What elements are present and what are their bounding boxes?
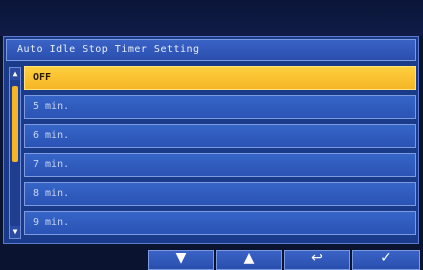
scroll-up-icon[interactable]: ▲ xyxy=(10,68,20,80)
option-6-min[interactable]: 6 min. xyxy=(24,124,416,148)
down-arrow-icon: ▼ xyxy=(175,250,187,266)
top-status-bar xyxy=(0,0,423,36)
checkmark-icon: ✓ xyxy=(380,250,392,266)
option-5-min[interactable]: 5 min. xyxy=(24,95,416,119)
scrollbar[interactable]: ▲ ▼ xyxy=(9,67,21,239)
up-button[interactable]: ▲ xyxy=(216,250,282,270)
down-button[interactable]: ▼ xyxy=(148,250,214,270)
back-button[interactable]: ↩ xyxy=(284,250,350,270)
confirm-button[interactable]: ✓ xyxy=(352,250,420,270)
option-9-min[interactable]: 9 min. xyxy=(24,211,416,235)
option-8-min[interactable]: 8 min. xyxy=(24,182,416,206)
option-off[interactable]: OFF xyxy=(24,66,416,90)
option-7-min[interactable]: 7 min. xyxy=(24,153,416,177)
scroll-down-icon[interactable]: ▼ xyxy=(10,226,20,238)
scroll-thumb[interactable] xyxy=(12,86,18,162)
settings-panel: Auto Idle Stop Timer Setting ▲ ▼ OFF 5 m… xyxy=(3,36,419,244)
panel-title: Auto Idle Stop Timer Setting xyxy=(6,39,416,61)
back-icon: ↩ xyxy=(311,250,323,266)
timer-option-list: OFF 5 min. 6 min. 7 min. 8 min. 9 min. xyxy=(24,66,416,240)
up-arrow-icon: ▲ xyxy=(243,250,255,266)
